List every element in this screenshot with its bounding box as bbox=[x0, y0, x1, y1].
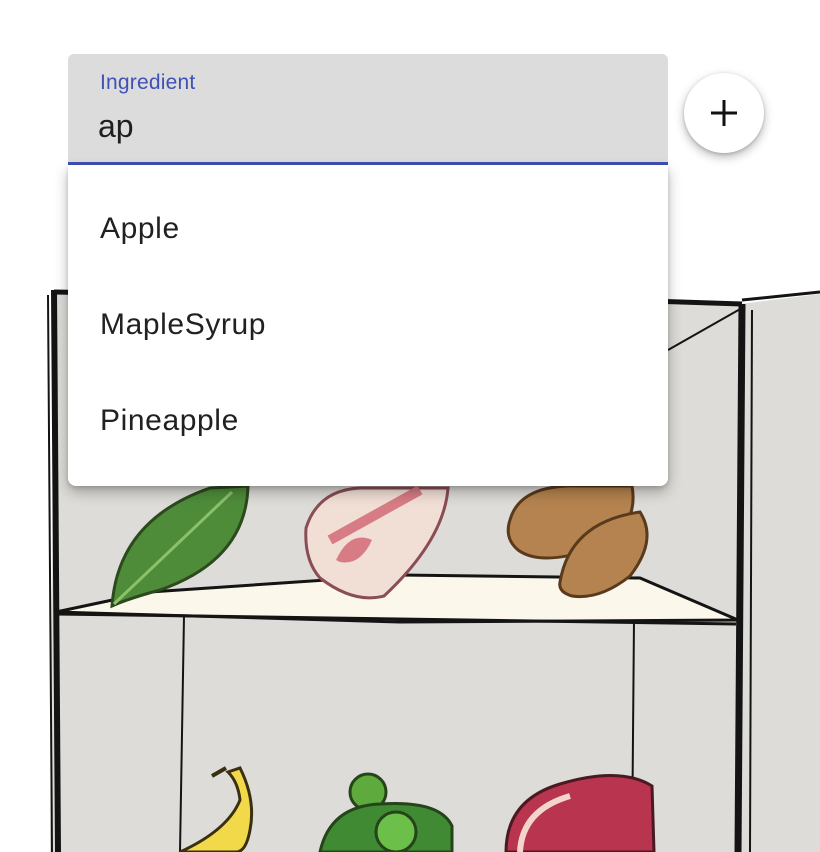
ingredient-search-input[interactable] bbox=[98, 104, 638, 148]
suggestion-label: Pineapple bbox=[100, 404, 239, 437]
add-ingredient-button[interactable] bbox=[684, 73, 764, 153]
plus-icon bbox=[711, 100, 737, 126]
suggestion-label: Apple bbox=[100, 212, 180, 245]
ingredient-field-label: Ingredient bbox=[100, 71, 196, 94]
ingredient-suggestions-dropdown: Apple MapleSyrup Pineapple bbox=[68, 165, 668, 486]
suggestion-option-pineapple[interactable]: Pineapple bbox=[68, 375, 668, 471]
suggestion-option-maplesyrup[interactable]: MapleSyrup bbox=[68, 279, 668, 375]
suggestion-label: MapleSyrup bbox=[100, 308, 267, 341]
ingredient-autocomplete-field[interactable]: Ingredient bbox=[68, 54, 668, 165]
suggestion-option-apple[interactable]: Apple bbox=[68, 183, 668, 279]
